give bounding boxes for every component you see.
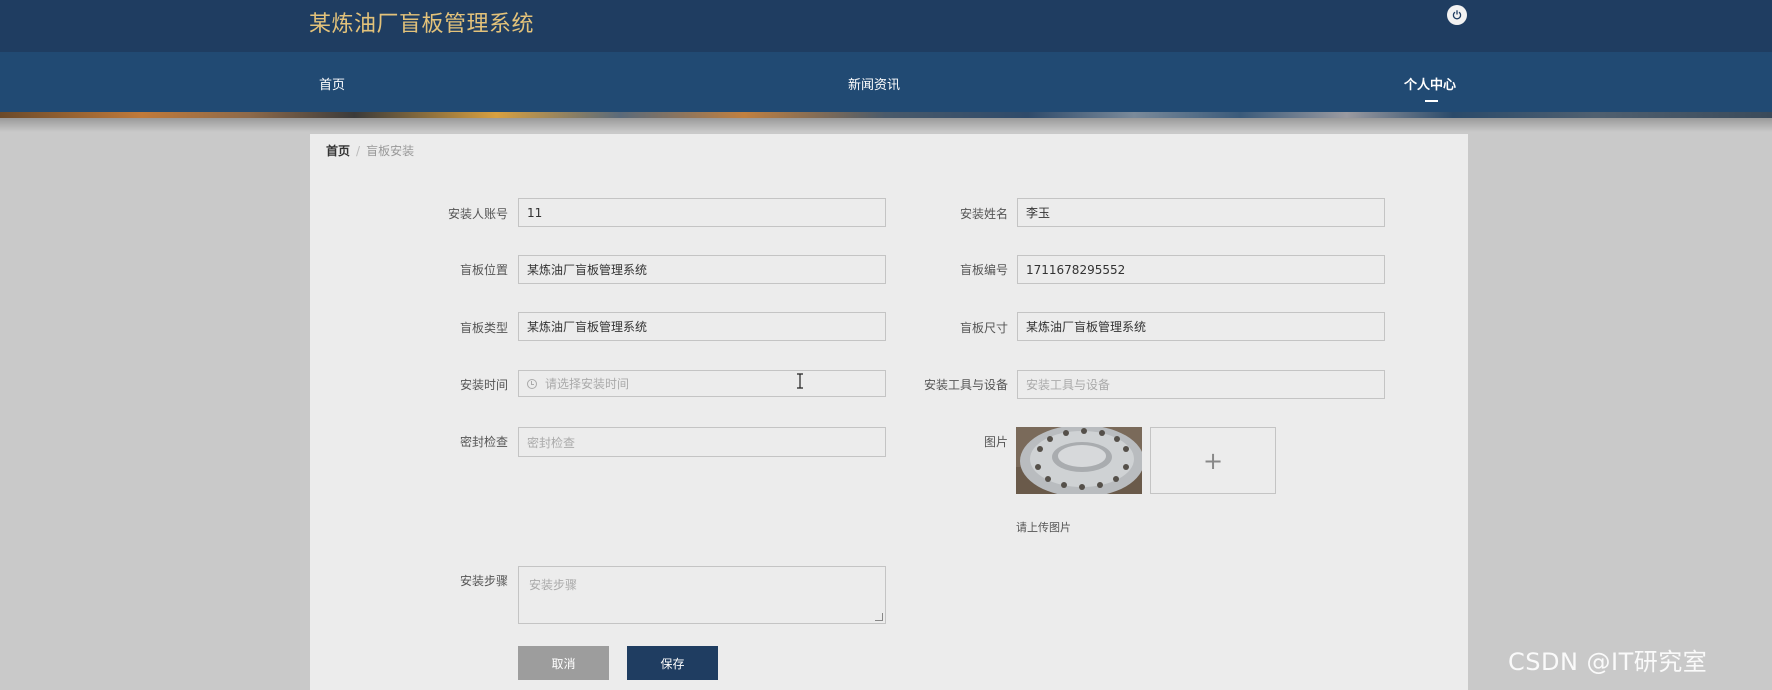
- watermark-text: CSDN @IT研究室: [1508, 648, 1708, 676]
- install-steps-label: 安装步骤: [459, 574, 508, 588]
- blind-location-value: 某炼油厂盲板管理系统: [527, 263, 648, 277]
- image-label: 图片: [983, 435, 1008, 449]
- install-time-label: 安装时间: [459, 378, 508, 392]
- blind-location-input[interactable]: 某炼油厂盲板管理系统: [518, 255, 886, 284]
- installer-account-value: 11: [527, 205, 543, 220]
- blind-number-label: 盲板编号: [959, 263, 1008, 277]
- form-panel: 首页 / 盲板安装 安装人账号 11 安装姓名 李玉 盲板位置 某炼油厂盲板管理系统…: [310, 134, 1468, 690]
- cancel-button[interactable]: 取消: [518, 646, 609, 680]
- plus-icon: +: [1202, 446, 1224, 475]
- breadcrumb-home[interactable]: 首页: [326, 144, 350, 158]
- blind-size-input[interactable]: 某炼油厂盲板管理系统: [1017, 312, 1385, 341]
- installer-account-label: 安装人账号: [447, 207, 508, 221]
- upload-hint: 请上传图片: [1016, 521, 1071, 534]
- nav-item-news[interactable]: 新闻资讯: [848, 74, 900, 93]
- tools-label: 安装工具与设备: [923, 378, 1008, 392]
- install-time-picker[interactable]: 请选择安装时间: [518, 370, 886, 397]
- seal-check-placeholder: 密封检查: [527, 435, 576, 450]
- nav-item-home[interactable]: 首页: [319, 74, 345, 93]
- installer-name-label: 安装姓名: [959, 207, 1008, 221]
- breadcrumb: 首页 / 盲板安装: [326, 142, 414, 159]
- blind-size-value: 某炼油厂盲板管理系统: [1026, 320, 1147, 334]
- seal-check-input[interactable]: 密封检查: [518, 427, 886, 457]
- installer-name-value: 李玉: [1026, 206, 1051, 220]
- active-nav-indicator: [1425, 100, 1438, 102]
- tools-input[interactable]: 安装工具与设备: [1017, 370, 1385, 399]
- app-title: 某炼油厂盲板管理系统: [309, 12, 535, 37]
- install-steps-placeholder: 安装步骤: [529, 578, 578, 592]
- install-steps-textarea[interactable]: 安装步骤: [518, 566, 886, 624]
- blind-type-label: 盲板类型: [459, 321, 508, 335]
- image-upload-button[interactable]: +: [1150, 427, 1276, 494]
- breadcrumb-current: 盲板安装: [366, 144, 415, 158]
- seal-check-label: 密封检查: [459, 435, 508, 449]
- top-header: 某炼油厂盲板管理系统: [0, 0, 1772, 52]
- blind-number-input[interactable]: 1711678295552: [1017, 255, 1385, 284]
- power-icon[interactable]: [1447, 5, 1467, 25]
- resize-grip-icon[interactable]: [875, 613, 883, 621]
- breadcrumb-separator: /: [356, 144, 361, 158]
- clock-icon: [527, 378, 537, 389]
- installer-account-input[interactable]: 11: [518, 198, 886, 227]
- save-button[interactable]: 保存: [627, 646, 718, 680]
- banner-shadow: [0, 118, 1772, 132]
- installer-name-input[interactable]: 李玉: [1017, 198, 1385, 227]
- blind-type-input[interactable]: 某炼油厂盲板管理系统: [518, 312, 886, 341]
- install-time-placeholder: 请选择安装时间: [545, 377, 630, 391]
- uploaded-image-thumbnail[interactable]: [1016, 427, 1142, 494]
- tools-placeholder: 安装工具与设备: [1026, 378, 1111, 392]
- blind-type-value: 某炼油厂盲板管理系统: [527, 320, 648, 334]
- main-nav: 首页 新闻资讯 个人中心: [0, 52, 1772, 112]
- blind-number-value: 1711678295552: [1026, 262, 1126, 277]
- nav-item-personal-center[interactable]: 个人中心: [1404, 74, 1456, 93]
- blind-size-label: 盲板尺寸: [959, 321, 1008, 335]
- blind-location-label: 盲板位置: [459, 263, 508, 277]
- text-cursor-icon: [795, 373, 805, 389]
